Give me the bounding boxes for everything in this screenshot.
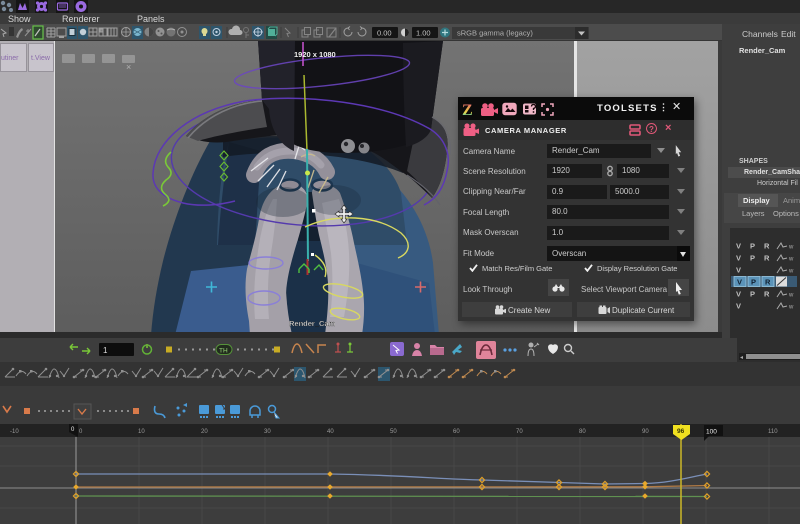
svg-text:40: 40 <box>327 429 334 435</box>
svg-text:×: × <box>126 62 131 72</box>
svg-text:Z: Z <box>462 102 473 118</box>
svg-text:50: 50 <box>390 429 397 435</box>
svg-text:1920 x 1080: 1920 x 1080 <box>294 50 336 59</box>
svg-text:110: 110 <box>768 429 778 435</box>
svg-text:10: 10 <box>138 429 145 435</box>
svg-text:-10: -10 <box>10 429 19 435</box>
svg-text:1.00: 1.00 <box>416 29 431 38</box>
svg-text:60: 60 <box>453 429 460 435</box>
svg-text:0.00: 0.00 <box>377 29 392 38</box>
svg-text:80: 80 <box>579 429 586 435</box>
svg-text:sRGB gamma (legacy): sRGB gamma (legacy) <box>457 29 533 38</box>
svg-text:Render_Cam: Render_Cam <box>289 319 336 328</box>
svg-text:90: 90 <box>642 429 649 435</box>
svg-text:TH: TH <box>219 348 228 355</box>
svg-text:100: 100 <box>706 429 717 436</box>
svg-text:1: 1 <box>103 346 108 355</box>
svg-text:96: 96 <box>677 428 685 435</box>
svg-text:30: 30 <box>264 429 271 435</box>
svg-text:70: 70 <box>516 429 523 435</box>
svg-text:20: 20 <box>201 429 208 435</box>
